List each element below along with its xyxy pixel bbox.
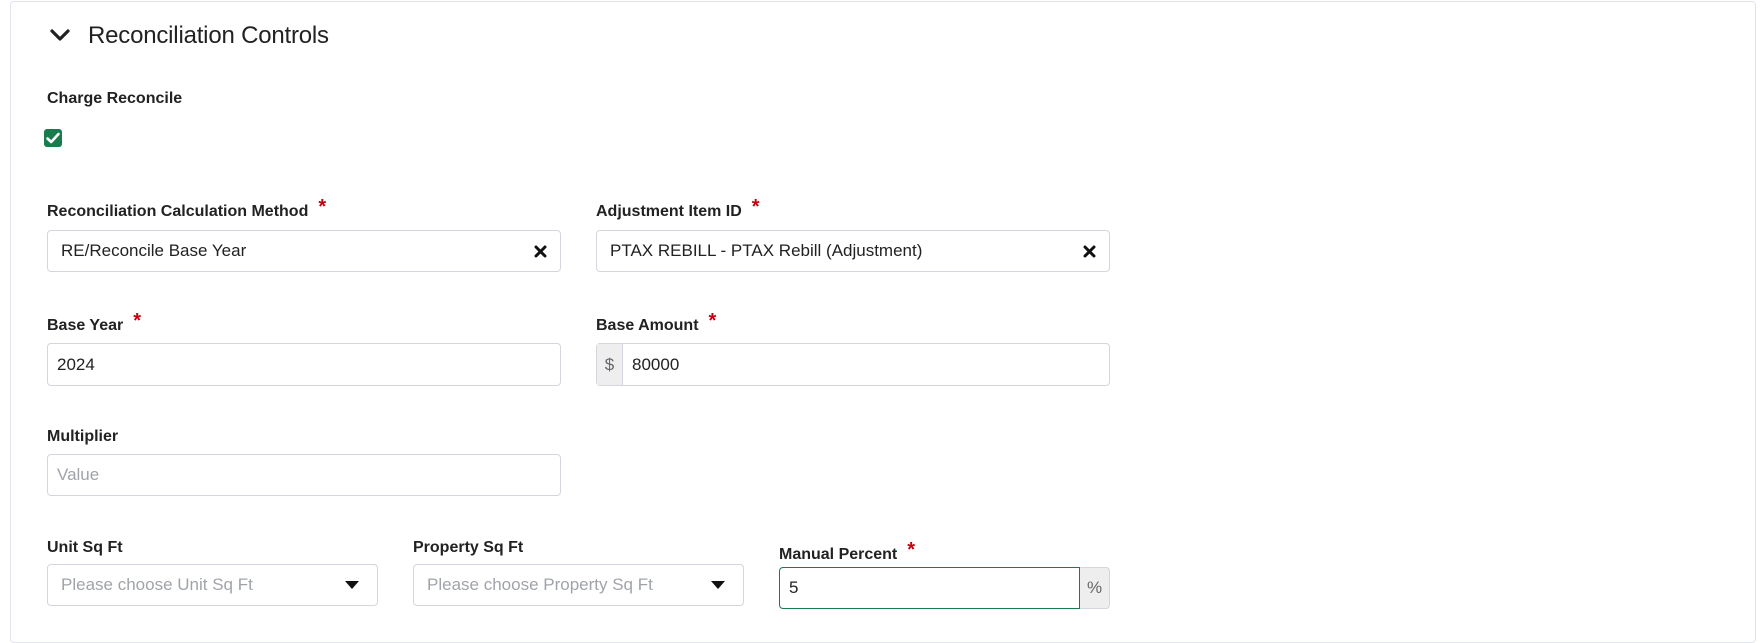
checkmark-icon xyxy=(46,132,60,144)
clear-icon[interactable] xyxy=(520,231,560,271)
property-sqft-label: Property Sq Ft xyxy=(413,539,524,556)
calc-method-label-text: Reconciliation Calculation Method xyxy=(47,203,309,220)
manual-percent-value: 5 xyxy=(789,578,799,597)
base-year-label: Base Year * xyxy=(47,310,142,336)
calc-method-value: RE/Reconcile Base Year xyxy=(61,241,247,260)
chevron-down-icon[interactable] xyxy=(48,24,72,48)
base-amount-label-text: Base Amount xyxy=(596,317,699,334)
multiplier-input[interactable] xyxy=(47,454,561,496)
base-year-input[interactable]: 2024 xyxy=(47,343,561,386)
unit-sqft-select[interactable]: Please choose Unit Sq Ft xyxy=(47,564,378,606)
unit-sqft-placeholder: Please choose Unit Sq Ft xyxy=(61,575,253,594)
currency-prefix: $ xyxy=(597,344,623,385)
clear-icon[interactable] xyxy=(1069,231,1109,271)
caret-down-icon[interactable] xyxy=(693,565,743,605)
required-marker: * xyxy=(318,196,327,218)
multiplier-label: Multiplier xyxy=(47,428,119,445)
required-marker: * xyxy=(907,539,916,561)
charge-reconcile-label: Charge Reconcile xyxy=(47,90,183,107)
charge-reconcile-checkbox[interactable] xyxy=(44,129,62,147)
manual-percent-label: Manual Percent * xyxy=(779,539,916,565)
base-amount-input[interactable]: $ 80000 xyxy=(596,343,1110,386)
adjustment-item-label: Adjustment Item ID * xyxy=(596,196,760,222)
section-header[interactable]: Reconciliation Controls xyxy=(48,22,329,50)
base-year-value: 2024 xyxy=(57,354,95,374)
required-marker: * xyxy=(708,310,717,332)
calc-method-select[interactable]: RE/Reconcile Base Year xyxy=(47,230,561,272)
section-title: Reconciliation Controls xyxy=(88,22,329,49)
caret-down-icon[interactable] xyxy=(327,565,377,605)
required-marker: * xyxy=(133,310,142,332)
required-marker: * xyxy=(751,196,760,218)
percent-suffix: % xyxy=(1080,567,1110,609)
property-sqft-placeholder: Please choose Property Sq Ft xyxy=(427,575,653,594)
base-year-label-text: Base Year xyxy=(47,317,124,334)
multiplier-field[interactable] xyxy=(48,455,560,495)
unit-sqft-label: Unit Sq Ft xyxy=(47,539,123,556)
adjustment-item-value: PTAX REBILL - PTAX Rebill (Adjustment) xyxy=(610,241,923,260)
base-amount-label: Base Amount * xyxy=(596,310,717,336)
adjustment-item-select[interactable]: PTAX REBILL - PTAX Rebill (Adjustment) xyxy=(596,230,1110,272)
adjustment-item-label-text: Adjustment Item ID xyxy=(596,203,742,220)
calc-method-label: Reconciliation Calculation Method * xyxy=(47,196,327,222)
manual-percent-field[interactable]: 5 xyxy=(779,567,1080,609)
property-sqft-select[interactable]: Please choose Property Sq Ft xyxy=(413,564,744,606)
manual-percent-input[interactable]: 5 % xyxy=(779,567,1110,609)
manual-percent-label-text: Manual Percent xyxy=(779,546,898,563)
base-amount-value: 80000 xyxy=(632,354,680,374)
